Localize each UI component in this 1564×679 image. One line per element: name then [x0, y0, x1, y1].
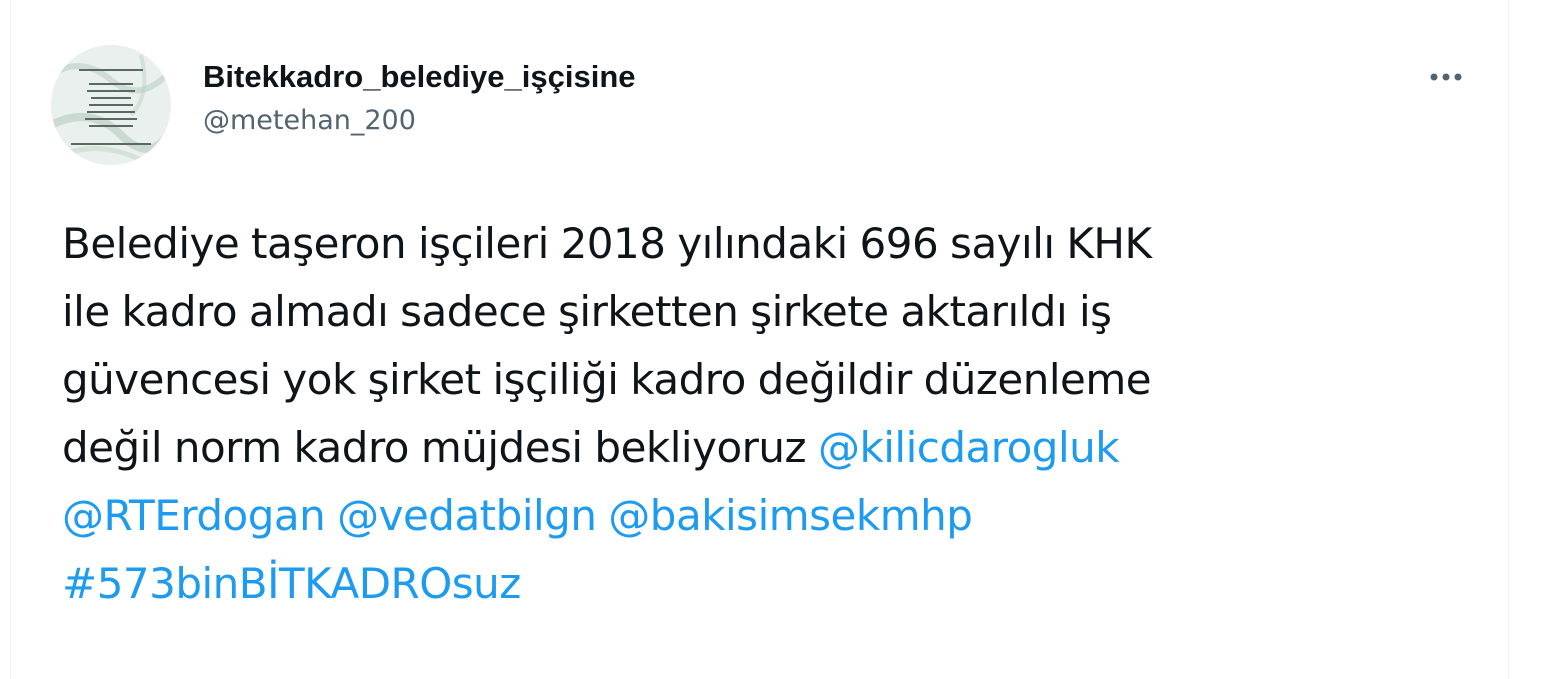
more-options-button[interactable]: [1424, 55, 1468, 99]
tweet-card: Bitekkadro_belediye_işçisine @metehan_20…: [10, 0, 1509, 679]
tweet-text: Belediye taşeron işçileri 2018 yılındaki…: [62, 210, 1482, 618]
user-info: Bitekkadro_belediye_işçisine @metehan_20…: [203, 55, 636, 143]
tweet-text-line: @RTErdogan @vedatbilgn @bakisimsekmhp: [62, 482, 1482, 550]
tweet-text-line: Belediye taşeron işçileri 2018 yılındaki…: [62, 219, 1152, 268]
mention-link-vedatbilgn[interactable]: @vedatbilgn: [337, 491, 597, 540]
mention-link-rterdogan[interactable]: @RTErdogan: [62, 491, 326, 540]
tweet-text-line: ile kadro almadı sadece şirketten şirket…: [62, 287, 1112, 336]
mention-link-bakisimsekmhp[interactable]: @bakisimsekmhp: [608, 491, 973, 540]
tweet-text-line: #573binBİTKADROsuz: [62, 550, 1482, 618]
avatar[interactable]: [51, 45, 171, 165]
tweet-header: Bitekkadro_belediye_işçisine @metehan_20…: [51, 45, 1468, 165]
user-handle[interactable]: @metehan_200: [203, 99, 636, 143]
display-name[interactable]: Bitekkadro_belediye_işçisine: [203, 55, 636, 99]
avatar-image: [51, 45, 171, 165]
mention-link-kilicdarogluk[interactable]: @kilicdarogluk: [818, 423, 1120, 472]
tweet-text-line: değil norm kadro müjdesi bekliyoruz @kil…: [62, 414, 1482, 482]
hashtag-link[interactable]: #573binBİTKADROsuz: [62, 559, 521, 608]
more-options-icon: [1430, 73, 1462, 81]
tweet-text-line: güvencesi yok şirket işçiliği kadro deği…: [62, 355, 1152, 404]
tweet-text-segment: değil norm kadro müjdesi bekliyoruz: [62, 423, 818, 472]
